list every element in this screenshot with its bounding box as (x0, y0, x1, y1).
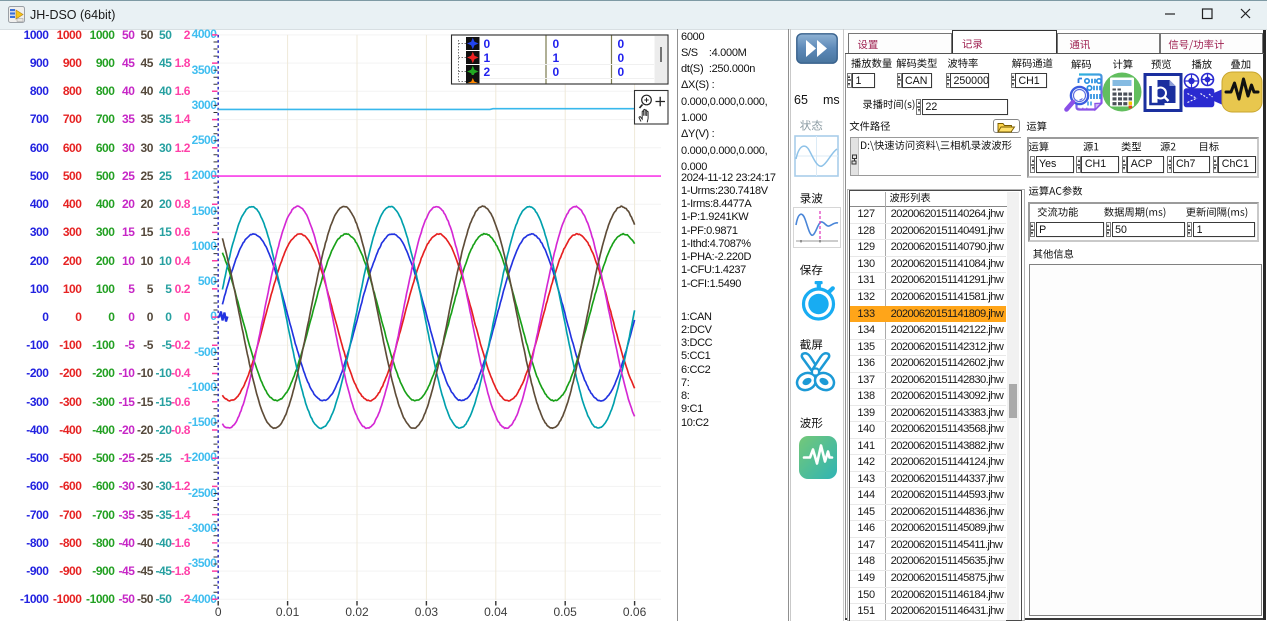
svg-text:0: 0 (553, 65, 560, 79)
svg-text:0: 0 (484, 37, 491, 51)
svg-text:1: 1 (553, 51, 560, 65)
svg-text:1: 1 (484, 51, 491, 65)
svg-text:0: 0 (553, 37, 560, 51)
svg-text:0: 0 (618, 37, 625, 51)
svg-text:0: 0 (618, 51, 625, 65)
svg-text:0: 0 (618, 65, 625, 79)
svg-text:2: 2 (484, 65, 491, 79)
